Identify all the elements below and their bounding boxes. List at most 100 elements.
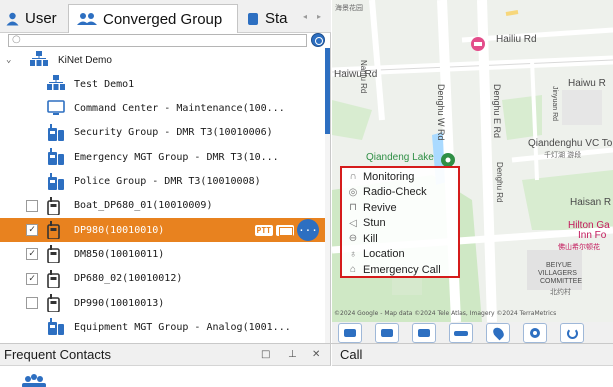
tree-row-label: Equipment MGT Group - Analog(1001... — [74, 321, 291, 333]
tree-row[interactable]: Command Center - Maintenance(100... — [0, 97, 325, 121]
menu-item-kill[interactable]: ⊖ Kill — [342, 231, 458, 247]
menu-item-label: Monitoring — [363, 170, 415, 183]
menu-item-label: Stun — [363, 217, 386, 230]
locate-person-icon — [344, 329, 356, 337]
monitor-icon — [47, 99, 65, 119]
menu-item-label: Kill — [363, 232, 378, 245]
menu-item-radio-check[interactable]: ◎ Radio-Check — [342, 185, 458, 201]
close-icon[interactable]: ✕ — [312, 349, 320, 360]
tree-scrollbar[interactable] — [325, 48, 330, 343]
ptt-badge[interactable]: PTT — [254, 224, 273, 236]
menu-item-stun[interactable]: ◁ Stun — [342, 216, 458, 232]
row-checkbox[interactable]: ✓ — [26, 224, 38, 237]
context-menu: ∩ Monitoring ◎ Radio-Check ⊓ Revive ◁ Stun ⊖ Kill… — [340, 166, 460, 278]
tree-row[interactable]: Boat_DP680_01(10010009) — [0, 194, 325, 218]
row-checkbox[interactable] — [26, 199, 38, 212]
tab-sta-label: Sta — [265, 10, 288, 27]
tree-row[interactable]: ⌄ KiNet Demo — [0, 48, 325, 72]
group-tree-icon — [30, 51, 48, 70]
pin-button[interactable] — [486, 323, 510, 343]
restore-icon[interactable]: □ — [261, 349, 270, 360]
track-icon — [381, 329, 393, 337]
map-label: Haiwu R — [568, 78, 606, 89]
ruler-button[interactable] — [449, 323, 473, 343]
refresh-button[interactable] — [560, 323, 584, 343]
map-label: Haisan R — [570, 197, 612, 208]
map-label: COMMITTEE — [540, 278, 582, 285]
menu-item-emergency-call[interactable]: ⌂ Emergency Call — [342, 262, 458, 278]
search-input[interactable] — [8, 34, 307, 47]
tree-row-label: Test Demo1 — [74, 78, 135, 90]
row-checkbox[interactable] — [26, 297, 38, 309]
tree-row[interactable]: Security Group - DMR T3(10010006) — [0, 121, 325, 145]
group-icon — [77, 13, 97, 25]
tree-row[interactable]: Police Group - DMR T3(10010008) — [0, 170, 325, 194]
unlock-icon: ⊓ — [349, 202, 357, 214]
tree-row[interactable]: ✓ DP680_02(10010012) — [0, 267, 325, 291]
tag-button[interactable] — [412, 323, 436, 343]
row-checkbox[interactable]: ✓ — [26, 272, 38, 285]
tree-row[interactable]: DP990(10010013) — [0, 291, 325, 315]
tree-row[interactable]: ✓ DP980(10010010) PTT ··· — [0, 218, 325, 243]
map-label: Qiandeng Lake — [366, 152, 434, 163]
menu-item-label: Location — [363, 248, 405, 261]
tree-row-label: Emergency MGT Group - DMR T3(10... — [74, 151, 279, 163]
emergency-icon: ⌂ — [349, 264, 357, 276]
tab-sta[interactable]: Sta — [241, 4, 297, 33]
tree-row[interactable]: Equipment MGT Group - Analog(1001... — [0, 315, 325, 339]
radio-group-icon — [47, 318, 65, 339]
menu-item-label: Emergency Call — [363, 263, 441, 276]
message-icon[interactable] — [276, 224, 294, 236]
tree-row-label: Security Group - DMR T3(10010006) — [74, 127, 273, 139]
tree-row[interactable]: Test Demo1 — [0, 72, 325, 96]
radio-icon — [47, 269, 61, 291]
more-options-icon[interactable]: ··· — [297, 219, 319, 242]
map-label: Denghu W Rd — [436, 84, 446, 141]
group-tree-icon — [47, 75, 65, 94]
tab-converged-group-label: Converged Group — [103, 10, 223, 28]
tree-row[interactable]: Emergency MGT Group - DMR T3(10... — [0, 145, 325, 169]
radio-group-icon — [47, 172, 65, 194]
map-label: Hailiu Rd — [496, 34, 537, 45]
radio-icon — [47, 196, 61, 218]
kill-icon: ⊖ — [348, 233, 358, 245]
menu-item-revive[interactable]: ⊓ Revive — [342, 200, 458, 216]
expand-chevron-icon[interactable]: ⌄ — [6, 55, 11, 65]
station-icon — [248, 12, 258, 25]
menu-item-location[interactable]: ♁ Location — [342, 247, 458, 263]
map-label: Jinyuan Rd — [551, 86, 558, 122]
menu-item-label: Revive — [363, 201, 397, 214]
location-pin-icon: ♁ — [349, 248, 357, 260]
tab-scroll-right-icon[interactable]: ▸ — [317, 12, 321, 21]
tab-user[interactable]: User — [0, 4, 66, 33]
map-toolbar — [332, 322, 613, 343]
pin-panel-icon[interactable]: ⊥ — [288, 349, 297, 360]
tree-settings-button[interactable] — [311, 33, 325, 47]
radio-icon — [47, 294, 61, 315]
map-label: 千灯湖 游段 — [544, 151, 582, 159]
tab-converged-group[interactable]: Converged Group — [68, 4, 238, 33]
pin-icon — [490, 325, 506, 341]
radio-check-icon: ◎ — [348, 186, 358, 198]
frequent-contacts-title: Frequent Contacts — [4, 347, 111, 362]
tree-scrollbar-thumb[interactable] — [325, 48, 330, 134]
call-header: Call — [332, 344, 613, 366]
tree-row-label: KiNet Demo — [58, 54, 112, 66]
group-tree: ⌄ KiNet Demo Test Demo1 Command Center - Ma… — [0, 48, 325, 343]
row-checkbox[interactable]: ✓ — [26, 248, 38, 261]
tab-scroll-left-icon[interactable]: ◂ — [303, 12, 307, 21]
tree-row-label: DM850(10010011) — [74, 248, 165, 260]
tree-row[interactable]: ✓ DM850(10010011) — [0, 242, 325, 266]
menu-item-monitoring[interactable]: ∩ Monitoring — [342, 169, 458, 185]
tree-row-label: DP990(10010013) — [74, 297, 165, 309]
tree-row-label: DP680_02(10010012) — [74, 273, 183, 285]
track-button[interactable] — [375, 323, 399, 343]
radio-icon — [47, 245, 61, 266]
map-label: Denghu Rd — [495, 162, 504, 203]
user-icon — [6, 12, 19, 25]
circle-button[interactable] — [523, 323, 547, 343]
locate-person-button[interactable] — [338, 323, 362, 343]
tree-row-label: Command Center - Maintenance(100... — [74, 103, 285, 115]
headset-icon: ∩ — [349, 171, 357, 183]
map-label: Haiwu Rd — [334, 69, 378, 80]
